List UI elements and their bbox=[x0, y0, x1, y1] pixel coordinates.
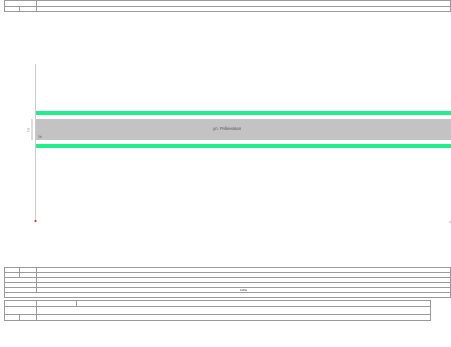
lower-table-cell bbox=[36, 313, 431, 322]
lower-table-cell bbox=[19, 313, 37, 322]
sidewalk-note: 2ф bbox=[38, 135, 43, 139]
lower-table-cell bbox=[4, 306, 37, 315]
green-band-top bbox=[36, 111, 451, 115]
lower-table-cell bbox=[4, 313, 20, 322]
street-name-label: ул. Рябиновая bbox=[213, 126, 241, 131]
road-width-label: 7.0 bbox=[27, 128, 31, 133]
lower-table-cell bbox=[36, 306, 431, 315]
green-band-bottom bbox=[36, 144, 451, 148]
bottom-data-table: 100м bbox=[4, 267, 451, 298]
road-carriageway bbox=[36, 119, 451, 140]
start-marker bbox=[34, 219, 37, 223]
bottom-table-cell bbox=[4, 292, 451, 298]
scale-label: 100м bbox=[239, 287, 248, 292]
lower-data-table bbox=[4, 299, 431, 322]
